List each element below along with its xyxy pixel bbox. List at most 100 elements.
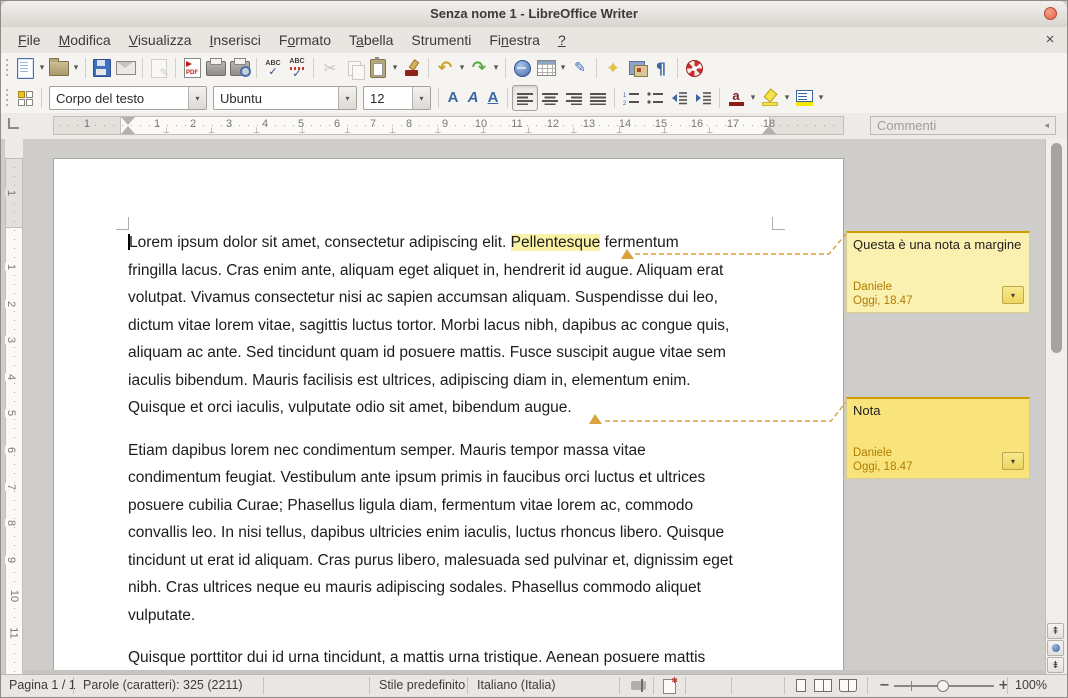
new-document-dropdown[interactable]: ▾ — [37, 56, 47, 80]
insert-table-button[interactable] — [534, 56, 558, 80]
collapse-comments-icon[interactable]: ◂ — [1044, 121, 1049, 131]
help-button[interactable] — [682, 56, 706, 80]
paste-button[interactable] — [366, 56, 390, 80]
paragraph-background-button[interactable] — [792, 86, 816, 110]
underline-button[interactable]: A — [483, 86, 503, 110]
left-indent-marker[interactable] — [121, 126, 135, 134]
new-document-button[interactable] — [13, 56, 37, 80]
margin-note-1[interactable]: Questa è una nota a margine Daniele Oggi… — [846, 231, 1030, 313]
zoom-out-icon[interactable]: − — [879, 678, 890, 693]
align-left-button[interactable] — [512, 85, 538, 111]
justify-button[interactable] — [586, 86, 610, 110]
styles-button[interactable] — [13, 86, 37, 110]
document-modified-icon[interactable] — [663, 679, 676, 694]
comments-ruler-button[interactable]: Commenti ◂ — [870, 116, 1056, 135]
open-dropdown[interactable]: ▾ — [71, 56, 81, 80]
spellcheck-button[interactable]: ABC✓ — [261, 56, 285, 80]
note-menu-dropdown[interactable]: ▾ — [1002, 452, 1024, 470]
note-menu-dropdown[interactable]: ▾ — [1002, 286, 1024, 304]
ordered-list-button[interactable]: 12 — [619, 86, 643, 110]
vertical-scrollbar[interactable]: ⇞ ⇟ — [1045, 139, 1067, 677]
zoom-level-status[interactable]: 100% — [1015, 678, 1047, 692]
email-document-button[interactable] — [114, 56, 138, 80]
document-page[interactable]: Lorem ipsum dolor sit amet, consectetur … — [53, 158, 844, 677]
font-name-dropdown[interactable]: ▾ — [338, 87, 356, 109]
align-center-button[interactable] — [538, 86, 562, 110]
book-view-icon[interactable] — [839, 679, 857, 692]
window-close-button[interactable] — [1044, 7, 1057, 20]
print-preview-button[interactable] — [228, 56, 252, 80]
menu-modifica[interactable]: Modifica — [50, 29, 120, 51]
bold-button[interactable]: A — [443, 86, 463, 110]
redo-button[interactable]: ↷ — [467, 56, 491, 80]
highlighting-dropdown[interactable]: ▾ — [782, 86, 792, 110]
font-color-dropdown[interactable]: ▾ — [748, 86, 758, 110]
font-color-button[interactable]: a — [724, 86, 748, 110]
navigation-button[interactable] — [1047, 640, 1064, 656]
menu-?[interactable]: ? — [549, 29, 575, 51]
clone-formatting-button[interactable] — [400, 56, 424, 80]
menu-inserisci[interactable]: Inserisci — [201, 29, 270, 51]
show-draw-functions-button[interactable]: ✎ — [568, 56, 592, 80]
menu-formato[interactable]: Formato — [270, 29, 340, 51]
paragraph-style-combo[interactable]: Corpo del testo ▾ — [49, 86, 207, 110]
gallery-button[interactable] — [625, 56, 649, 80]
paragraph-style-dropdown[interactable]: ▾ — [188, 87, 206, 109]
horizontal-ruler[interactable]: 1123456789101112131415161718⊥⊥⊥⊥⊥⊥⊥⊥⊥⊥⊥⊥… — [25, 116, 1047, 135]
vertical-ruler[interactable]: 11234567891011 — [5, 139, 23, 677]
font-size-value[interactable]: 12 — [364, 91, 412, 106]
align-right-button[interactable] — [562, 86, 586, 110]
selection-mode-icon[interactable] — [631, 681, 646, 690]
language-status[interactable]: Italiano (Italia) — [477, 678, 556, 692]
decrease-indent-button[interactable] — [667, 86, 691, 110]
menu-file[interactable]: File — [9, 29, 50, 51]
multi-page-view-icon[interactable] — [814, 679, 832, 692]
print-button[interactable] — [204, 56, 228, 80]
zoom-slider-knob[interactable] — [937, 680, 949, 692]
paragraph-background-dropdown[interactable]: ▾ — [816, 86, 826, 110]
toolbar-handle[interactable] — [4, 59, 10, 77]
insert-table-dropdown[interactable]: ▾ — [558, 56, 568, 80]
undo-button[interactable]: ↶ — [433, 56, 457, 80]
document-text[interactable]: Lorem ipsum dolor sit amet, consectetur … — [128, 229, 788, 677]
page-number-status[interactable]: Pagina 1 / 1 — [9, 678, 76, 692]
export-pdf-button[interactable]: PDF — [180, 56, 204, 80]
scrollbar-thumb[interactable] — [1051, 143, 1062, 353]
increase-indent-button[interactable] — [691, 86, 715, 110]
next-page-button[interactable]: ⇟ — [1047, 657, 1064, 673]
word-count-status[interactable]: Parole (caratteri): 325 (2211) — [83, 678, 243, 692]
menu-visualizza[interactable]: Visualizza — [120, 29, 201, 51]
copy-button[interactable] — [342, 56, 366, 80]
tabstop-type-selector[interactable] — [8, 118, 19, 129]
menu-finestra[interactable]: Finestra — [480, 29, 549, 51]
font-size-dropdown[interactable]: ▾ — [412, 87, 430, 109]
italic-button[interactable]: A — [463, 86, 483, 110]
first-line-indent-marker[interactable] — [121, 117, 135, 125]
previous-page-button[interactable]: ⇞ — [1047, 623, 1064, 639]
navigator-button[interactable]: ✦ — [601, 56, 625, 80]
menu-strumenti[interactable]: Strumenti — [402, 29, 480, 51]
open-button[interactable] — [47, 56, 71, 80]
font-name-value[interactable]: Ubuntu — [214, 91, 338, 106]
redo-dropdown[interactable]: ▾ — [491, 56, 501, 80]
page-style-status[interactable]: Stile predefinito — [379, 678, 465, 692]
note-text[interactable]: Questa è una nota a margine — [853, 237, 1021, 252]
hyperlink-button[interactable] — [510, 56, 534, 80]
close-document-icon[interactable]: × — [1041, 31, 1059, 49]
highlighting-color-button[interactable] — [758, 86, 782, 110]
single-page-view-icon[interactable] — [796, 679, 806, 692]
toolbar-handle[interactable] — [4, 89, 10, 107]
edit-file-button[interactable] — [147, 56, 171, 80]
font-name-combo[interactable]: Ubuntu ▾ — [213, 86, 357, 110]
save-button[interactable] — [90, 56, 114, 80]
paragraph-style-value[interactable]: Corpo del testo — [50, 91, 188, 106]
cut-button[interactable]: ✂ — [318, 56, 342, 80]
note-text[interactable]: Nota — [853, 403, 880, 418]
formatting-marks-button[interactable]: ¶ — [649, 56, 673, 80]
unordered-list-button[interactable] — [643, 86, 667, 110]
right-indent-marker[interactable] — [762, 126, 776, 134]
undo-dropdown[interactable]: ▾ — [457, 56, 467, 80]
menu-tabella[interactable]: Tabella — [340, 29, 402, 51]
margin-note-2[interactable]: Nota Daniele Oggi, 18.47 ▾ — [846, 397, 1030, 479]
paste-dropdown[interactable]: ▾ — [390, 56, 400, 80]
